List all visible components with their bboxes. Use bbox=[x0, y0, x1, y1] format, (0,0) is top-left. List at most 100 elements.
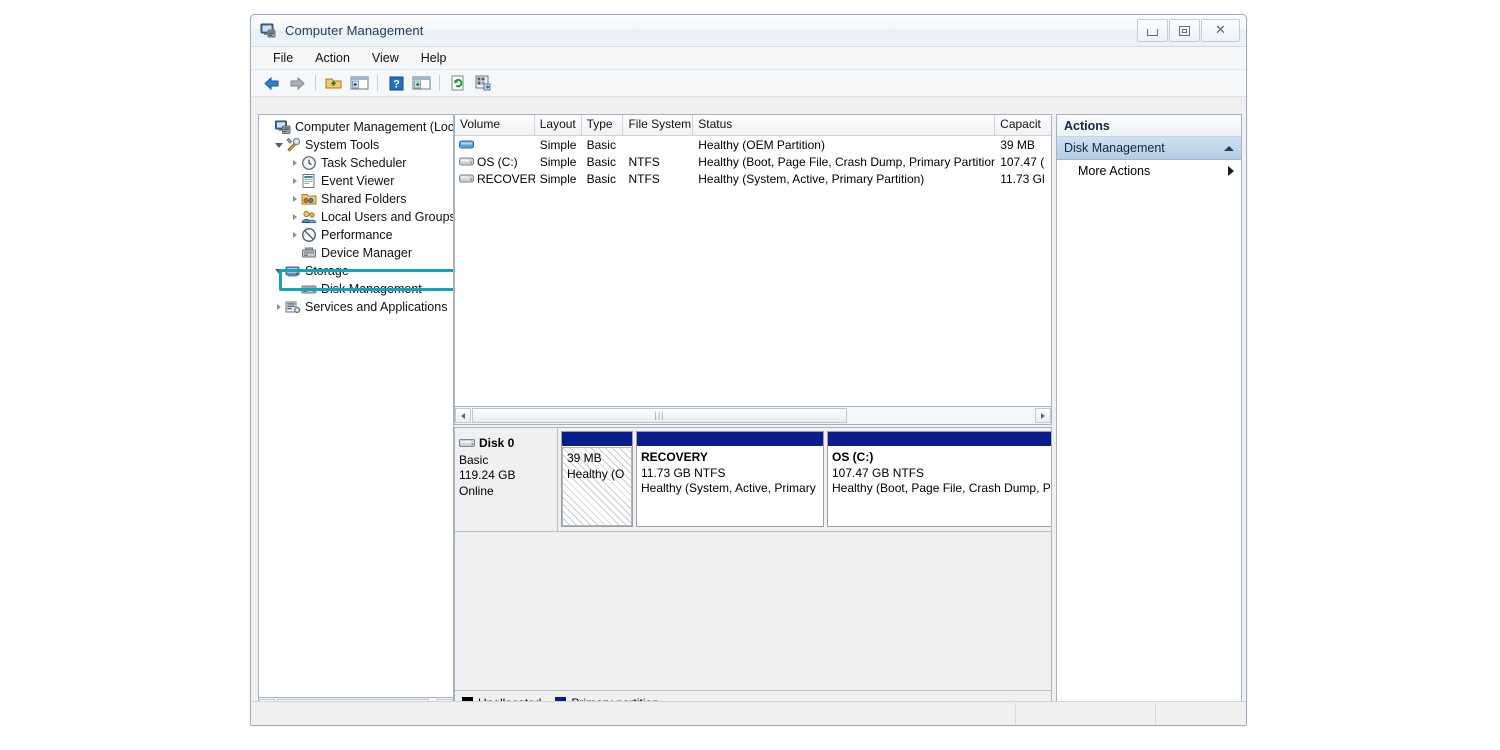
tree-item-label: Computer Management (Local bbox=[295, 120, 454, 134]
scroll-thumb[interactable]: ||| bbox=[472, 408, 847, 423]
partition-os-c[interactable]: OS (C:) 107.47 GB NTFS Healthy (Boot, Pa… bbox=[827, 431, 1052, 527]
menu-file[interactable]: File bbox=[262, 49, 304, 67]
partition-oem[interactable]: 39 MB Healthy (O bbox=[561, 431, 633, 527]
up-folder-icon[interactable] bbox=[323, 73, 345, 94]
cell-volume: OS (C:) bbox=[455, 155, 535, 169]
computer-management-icon bbox=[260, 22, 277, 39]
chevron-up-icon[interactable] bbox=[1224, 145, 1234, 151]
cell-layout: Simple bbox=[539, 154, 577, 169]
tree-item-label: Task Scheduler bbox=[321, 156, 407, 170]
services-icon bbox=[285, 299, 301, 315]
actions-group-label: Disk Management bbox=[1064, 141, 1165, 155]
export-list-icon[interactable] bbox=[472, 73, 494, 94]
tree-expander[interactable] bbox=[288, 196, 301, 202]
tree-item-computer-management[interactable]: Computer Management (Local bbox=[259, 118, 453, 136]
partition-body: 39 MB Healthy (O bbox=[562, 447, 632, 526]
maximize-button[interactable] bbox=[1169, 19, 1200, 42]
partition-cap bbox=[637, 432, 823, 447]
column-header-file-system[interactable]: File System bbox=[623, 115, 694, 135]
minimize-button[interactable] bbox=[1137, 19, 1168, 42]
column-header-layout[interactable]: Layout bbox=[535, 115, 582, 135]
cell-status: Healthy (OEM Partition) bbox=[698, 137, 825, 152]
forward-icon[interactable] bbox=[286, 73, 308, 94]
tree-item-label: Shared Folders bbox=[321, 192, 407, 206]
cell-volume: RECOVERY bbox=[455, 172, 535, 186]
menu-bar: File Action View Help bbox=[251, 47, 1246, 70]
drive-icon bbox=[459, 156, 474, 167]
show-hide-tree-icon[interactable] bbox=[348, 73, 370, 94]
tree-item-label: Disk Management bbox=[321, 282, 422, 296]
table-row[interactable]: OS (C:) Simple Basic NTFS Healthy (Boot,… bbox=[455, 153, 1051, 170]
show-action-pane-icon[interactable] bbox=[410, 73, 432, 94]
tree-item-storage[interactable]: Storage bbox=[259, 262, 453, 280]
tree-expander[interactable] bbox=[288, 160, 301, 166]
partition-body: OS (C:) 107.47 GB NTFS Healthy (Boot, Pa… bbox=[828, 447, 1052, 526]
cell-layout: Simple bbox=[539, 171, 577, 186]
tree-item-label: Storage bbox=[305, 264, 349, 278]
disk-info-block[interactable]: Disk 0 Basic 119.24 GB Online bbox=[455, 428, 558, 531]
tree-item-task-scheduler[interactable]: Task Scheduler bbox=[259, 154, 453, 172]
shared-folders-icon bbox=[301, 191, 317, 207]
menu-action[interactable]: Action bbox=[304, 49, 361, 67]
performance-icon bbox=[301, 227, 317, 243]
tree-item-services-and-applications[interactable]: Services and Applications bbox=[259, 298, 453, 316]
cell-capacity: 39 MB bbox=[1000, 137, 1035, 152]
title-bar: Computer Management ✕ bbox=[251, 15, 1246, 47]
scroll-right-button[interactable] bbox=[1035, 408, 1051, 423]
column-header-type[interactable]: Type bbox=[582, 115, 624, 135]
column-header-status[interactable]: Status bbox=[693, 115, 996, 135]
close-button[interactable]: ✕ bbox=[1201, 19, 1240, 42]
tree-item-disk-management[interactable]: Disk Management bbox=[259, 280, 453, 298]
back-icon[interactable] bbox=[261, 73, 283, 94]
tree-expander[interactable] bbox=[272, 304, 285, 310]
column-header-capacity[interactable]: Capacit bbox=[995, 115, 1051, 135]
volume-list-horizontal-scrollbar[interactable]: ||| bbox=[454, 407, 1052, 425]
tree-item-system-tools[interactable]: System Tools bbox=[259, 136, 453, 154]
partition-size: 107.47 GB NTFS bbox=[832, 465, 925, 480]
column-header-volume[interactable]: Volume bbox=[455, 115, 535, 135]
disk-icon bbox=[459, 438, 476, 449]
device-manager-icon bbox=[301, 245, 317, 261]
tree-item-local-users-and-groups[interactable]: Local Users and Groups bbox=[259, 208, 453, 226]
actions-group-disk-management[interactable]: Disk Management bbox=[1057, 137, 1241, 160]
partition-recovery[interactable]: RECOVERY 11.73 GB NTFS Healthy (System, … bbox=[636, 431, 824, 527]
partition-status: Healthy (O bbox=[567, 466, 625, 481]
menu-help[interactable]: Help bbox=[410, 49, 458, 67]
computer-icon bbox=[275, 119, 291, 135]
toolbar-separator bbox=[439, 75, 440, 91]
cell-volume bbox=[455, 139, 535, 150]
action-label: More Actions bbox=[1078, 164, 1151, 178]
disk-status: Online bbox=[459, 483, 494, 498]
tree-item-device-manager[interactable]: Device Manager bbox=[259, 244, 453, 262]
tree-item-label: Performance bbox=[321, 228, 393, 242]
refresh-icon[interactable] bbox=[447, 73, 469, 94]
table-row[interactable]: Simple Basic Healthy (OEM Partition) 39 … bbox=[455, 136, 1051, 153]
scroll-track[interactable]: ||| bbox=[471, 408, 1035, 423]
scroll-left-button[interactable] bbox=[455, 408, 471, 423]
tree-item-label: Services and Applications bbox=[305, 300, 448, 314]
tree-expander[interactable] bbox=[288, 214, 301, 220]
tree-item-shared-folders[interactable]: Shared Folders bbox=[259, 190, 453, 208]
console-tree: Computer Management (Local System Tools … bbox=[259, 115, 453, 316]
disk-graphical-view-pane: Disk 0 Basic 119.24 GB Online 39 MB Heal… bbox=[454, 427, 1052, 715]
tree-item-label: System Tools bbox=[305, 138, 380, 152]
menu-view[interactable]: View bbox=[361, 49, 410, 67]
tree-expander[interactable] bbox=[288, 232, 301, 238]
partition-status: Healthy (Boot, Page File, Crash Dump, Pr bbox=[832, 481, 1052, 495]
help-icon[interactable]: ? bbox=[385, 73, 407, 94]
tree-item-performance[interactable]: Performance bbox=[259, 226, 453, 244]
partition-body: RECOVERY 11.73 GB NTFS Healthy (System, … bbox=[637, 447, 823, 526]
event-viewer-icon bbox=[301, 173, 317, 189]
cell-volume-label: OS (C:) bbox=[477, 154, 518, 169]
tree-expander[interactable] bbox=[272, 142, 285, 148]
tree-expander[interactable] bbox=[272, 268, 285, 274]
chevron-right-icon[interactable] bbox=[1228, 166, 1234, 176]
table-row[interactable]: RECOVERY Simple Basic NTFS Healthy (Syst… bbox=[455, 170, 1051, 187]
volume-list-header: Volume Layout Type File System Status Ca… bbox=[455, 115, 1051, 136]
tree-item-event-viewer[interactable]: Event Viewer bbox=[259, 172, 453, 190]
action-more-actions[interactable]: More Actions bbox=[1057, 160, 1241, 182]
disk-row-disk0[interactable]: Disk 0 Basic 119.24 GB Online 39 MB Heal… bbox=[455, 428, 1051, 532]
cell-type: Basic bbox=[586, 171, 616, 186]
tree-expander[interactable] bbox=[288, 178, 301, 184]
screen: Computer Management ✕ File Action View H… bbox=[0, 0, 1500, 750]
